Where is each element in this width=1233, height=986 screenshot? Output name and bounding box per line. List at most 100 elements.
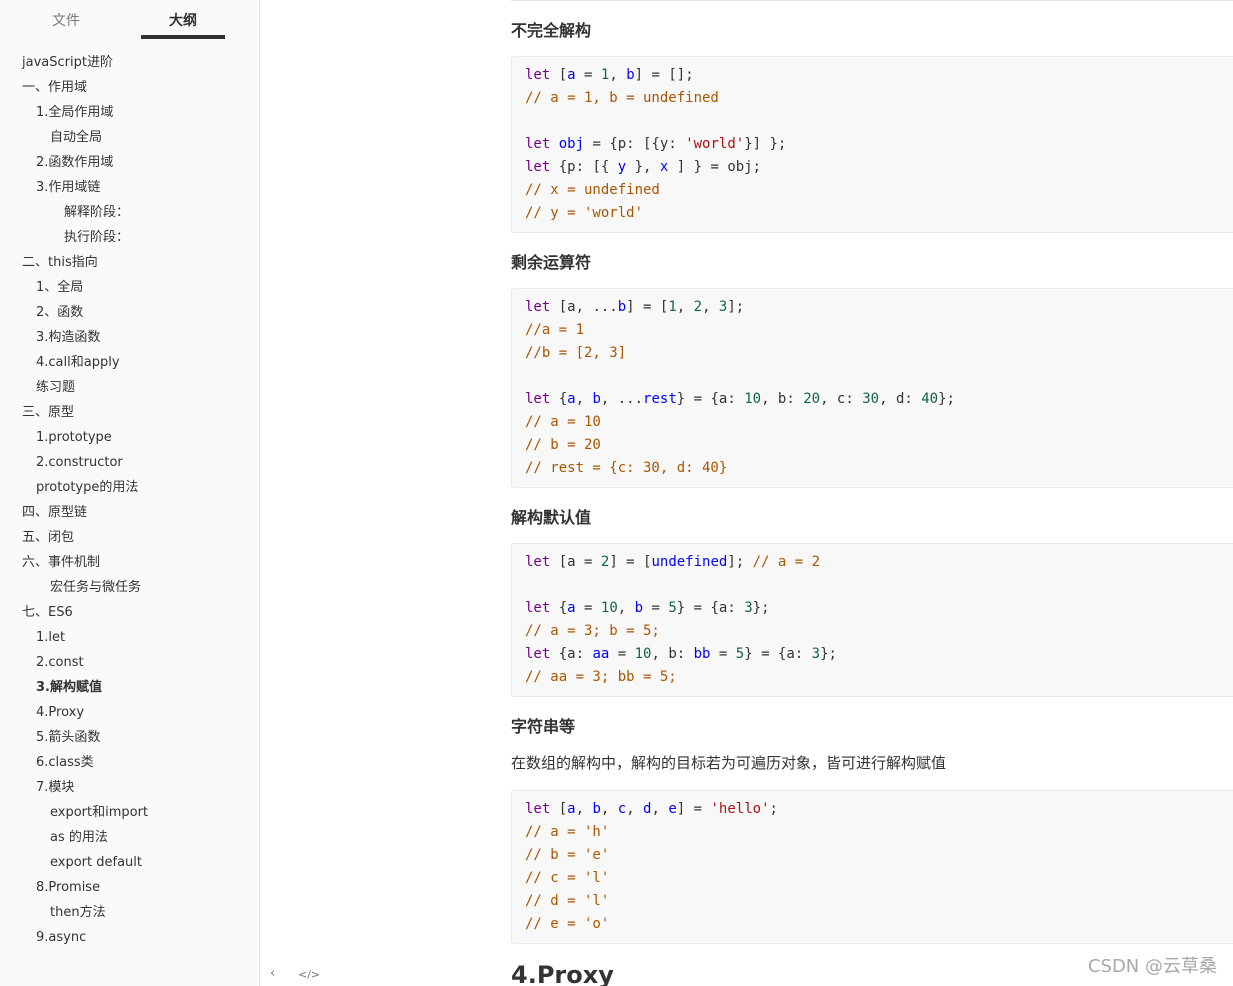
outline-item[interactable]: 8.Promise bbox=[36, 877, 100, 899]
code-token: ] = []; bbox=[634, 67, 694, 83]
outline-item[interactable]: 1、全局 bbox=[36, 277, 83, 299]
outline-item[interactable]: 5.箭头函数 bbox=[36, 727, 100, 749]
code-token: // aa = 3; bb = 5; bbox=[525, 669, 677, 685]
code-token: ] = [ bbox=[609, 554, 652, 570]
outline-item[interactable]: 自动全局 bbox=[50, 127, 102, 149]
code-token: let bbox=[525, 159, 551, 175]
code-token: c bbox=[617, 801, 627, 817]
outline-item[interactable]: 9.async bbox=[36, 927, 86, 949]
code-block[interactable]: let [a, ...b] = [1, 2, 3]; //a = 1 //b = [… bbox=[511, 288, 1233, 488]
code-token: obj bbox=[558, 136, 585, 152]
outline-item[interactable]: 1.let bbox=[36, 627, 65, 649]
outline-item[interactable]: 2.函数作用域 bbox=[36, 152, 113, 174]
tab-outline[interactable]: 大纲 bbox=[169, 10, 197, 30]
code-token: let bbox=[525, 600, 551, 616]
outline-item[interactable]: 三、原型 bbox=[22, 402, 74, 424]
code-line: // x = undefined bbox=[525, 179, 660, 202]
code-line: // e = 'o' bbox=[525, 913, 609, 936]
code-block[interactable]: let [a = 1, b] = []; // a = 1, b = undefi… bbox=[511, 56, 1233, 233]
code-token: 3 bbox=[744, 600, 753, 616]
code-token: let bbox=[525, 554, 551, 570]
code-line: let {a, b, ...rest} = {a: 10, b: 20, c: … bbox=[525, 388, 955, 411]
code-line: let [a = 1, b] = []; bbox=[525, 64, 694, 87]
code-token: let bbox=[525, 67, 551, 83]
code-token: // a = 1, b = undefined bbox=[525, 90, 719, 106]
code-token: 40 bbox=[921, 391, 939, 407]
watermark: CSDN @云草桑 bbox=[1087, 956, 1217, 977]
outline-item[interactable]: 宏任务与微任务 bbox=[50, 577, 141, 599]
outline-item[interactable]: export和import bbox=[50, 802, 148, 824]
outline-item[interactable]: 4.Proxy bbox=[36, 702, 84, 724]
code-block[interactable]: let [a, b, c, d, e] = 'hello'; // a = 'h'… bbox=[511, 790, 1233, 944]
outline-item[interactable]: 6.class类 bbox=[36, 752, 94, 774]
code-token: undefined bbox=[651, 554, 728, 570]
code-token: b bbox=[626, 67, 635, 83]
code-token: , d: bbox=[879, 391, 922, 407]
editor-content: 不完全解构 let [a = 1, b] = [];// a = 1, b = … bbox=[260, 0, 1233, 986]
code-token: bb bbox=[693, 646, 711, 662]
code-line: // c = 'l' bbox=[525, 867, 609, 890]
outline-item[interactable]: 2、函数 bbox=[36, 302, 83, 324]
code-line: // a = 10 bbox=[525, 411, 601, 434]
code-line: // a = 1, b = undefined bbox=[525, 87, 719, 110]
outline-item[interactable]: 3.解构赋值 bbox=[36, 677, 102, 699]
code-token: a bbox=[567, 391, 576, 407]
outline-item[interactable]: 3.构造函数 bbox=[36, 327, 100, 349]
code-token: // y = 'world' bbox=[525, 205, 644, 221]
code-token: , ... bbox=[600, 391, 644, 407]
code-token: { bbox=[550, 600, 568, 616]
code-token: let bbox=[525, 299, 551, 315]
outline-item[interactable]: 四、原型链 bbox=[22, 502, 87, 524]
code-token: let bbox=[525, 136, 551, 152]
heading-proxy: 4.Proxy bbox=[511, 961, 614, 986]
code-line: // aa = 3; bb = 5; bbox=[525, 666, 677, 689]
code-token: b bbox=[617, 299, 627, 315]
outline-item[interactable]: then方法 bbox=[50, 902, 106, 924]
outline-item[interactable]: 2.const bbox=[36, 652, 84, 674]
code-token: } = {a: bbox=[676, 391, 745, 407]
code-line: // b = 20 bbox=[525, 434, 601, 457]
code-token: let bbox=[525, 391, 551, 407]
outline-item[interactable]: 2.constructor bbox=[36, 452, 123, 474]
code-token: , bbox=[626, 801, 644, 817]
code-block[interactable]: let [a = 2] = [undefined]; // a = 2 let {… bbox=[511, 543, 1233, 697]
code-token: ]; bbox=[727, 299, 745, 315]
outline-item[interactable]: 七、ES6 bbox=[22, 602, 73, 624]
outline-item[interactable]: prototype的用法 bbox=[36, 477, 138, 499]
outline-item[interactable]: 练习题 bbox=[36, 377, 75, 399]
outline-item[interactable]: 3.作用域链 bbox=[36, 177, 100, 199]
outline-item[interactable]: export default bbox=[50, 852, 142, 874]
code-token: , b: bbox=[761, 391, 804, 407]
outline-item[interactable]: 4.call和apply bbox=[36, 352, 120, 374]
code-token: [a = bbox=[550, 554, 601, 570]
code-token: e bbox=[668, 801, 677, 817]
outline-item[interactable]: 1.全局作用域 bbox=[36, 102, 113, 124]
code-token: [ bbox=[550, 67, 568, 83]
outline-item[interactable]: 五、闭包 bbox=[22, 527, 74, 549]
outline-item[interactable]: 执行阶段： bbox=[64, 227, 129, 249]
code-token: ]; bbox=[727, 554, 753, 570]
sidebar-tabs: 文件 大纲 bbox=[0, 0, 260, 46]
outline-item[interactable]: 六、事件机制 bbox=[22, 552, 100, 574]
outline-item[interactable]: as 的用法 bbox=[50, 827, 108, 849]
outline-item[interactable]: 7.模块 bbox=[36, 777, 74, 799]
outline-item[interactable]: javaScript进阶 bbox=[22, 52, 113, 74]
heading-default-values: 解构默认值 bbox=[511, 508, 592, 527]
code-line: let [a, ...b] = [1, 2, 3]; bbox=[525, 296, 744, 319]
outline-item[interactable]: 解释阶段： bbox=[64, 202, 129, 224]
code-token: ] } = obj; bbox=[668, 159, 762, 175]
code-token: , bbox=[575, 391, 593, 407]
code-token: aa bbox=[592, 646, 610, 662]
outline-item[interactable]: 一、作用域 bbox=[22, 77, 87, 99]
outline-item[interactable]: 1.prototype bbox=[36, 427, 112, 449]
code-token: ] = [ bbox=[626, 299, 669, 315]
code-line: //a = 1 bbox=[525, 319, 584, 342]
code-token: //b = [2, 3] bbox=[525, 345, 627, 361]
code-line: // a = 3; b = 5; bbox=[525, 620, 660, 643]
code-token: = bbox=[609, 646, 635, 662]
active-tab-indicator bbox=[141, 35, 225, 39]
outline-item[interactable]: 二、this指向 bbox=[22, 252, 98, 274]
code-token: b bbox=[592, 391, 601, 407]
tab-files[interactable]: 文件 bbox=[52, 10, 80, 30]
code-token: = {p: [{y: bbox=[584, 136, 686, 152]
